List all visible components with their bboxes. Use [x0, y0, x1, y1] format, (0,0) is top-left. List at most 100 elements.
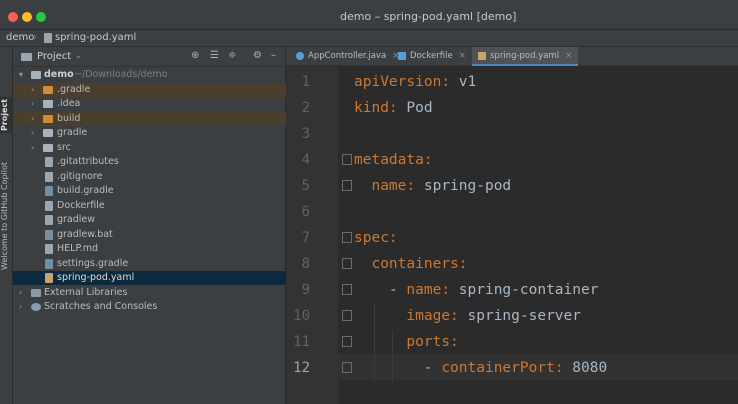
file-icon: [45, 172, 53, 182]
fold-marker-icon[interactable]: [342, 284, 352, 295]
code-line[interactable]: apiVersion: v1: [354, 69, 476, 95]
yaml-separator: :: [450, 334, 459, 350]
tab-dockerfile[interactable]: Dockerfile ×: [394, 47, 470, 66]
tree-item-label: .gitignore: [57, 171, 103, 182]
yaml-separator: :: [441, 74, 459, 90]
code-line[interactable]: spec:: [354, 225, 398, 251]
code-line[interactable]: ports:: [354, 329, 459, 355]
line-number: 1: [301, 74, 310, 90]
tree-item-label: Scratches and Consoles: [44, 301, 158, 312]
tree-item-build-gradle[interactable]: build.gradle: [13, 184, 286, 198]
gear-icon[interactable]: ⚙: [253, 50, 262, 61]
project-tool-tab[interactable]: Project: [0, 97, 13, 133]
tab-label: AppController.java: [308, 51, 387, 61]
tree-item-gradle[interactable]: › gradle: [13, 126, 286, 140]
collapse-all-icon[interactable]: ≑: [228, 50, 236, 61]
tree-item-label: .gitattributes: [57, 156, 119, 167]
breadcrumb-file[interactable]: spring-pod.yaml: [55, 32, 136, 43]
tree-item-external-libraries[interactable]: › External Libraries: [13, 286, 286, 300]
expand-all-icon[interactable]: ☰: [210, 50, 219, 61]
yaml-key: kind: [354, 100, 389, 116]
target-icon[interactable]: ⊕: [191, 50, 199, 61]
yaml-separator: :: [406, 178, 424, 194]
tree-item-scratches[interactable]: › Scratches and Consoles: [13, 300, 286, 314]
folder-icon: [43, 100, 53, 108]
close-icon[interactable]: ×: [459, 51, 466, 61]
tree-item-root[interactable]: ▾ demo ~/Downloads/demo: [13, 68, 286, 82]
tab-label: Dockerfile: [410, 51, 453, 61]
window-title: demo – spring-pod.yaml [demo]: [340, 10, 517, 23]
tree-item-settings-gradle[interactable]: settings.gradle: [13, 257, 286, 271]
line-number: 5: [301, 178, 310, 194]
fold-marker-icon[interactable]: [342, 154, 352, 165]
tree-item-label: External Libraries: [44, 287, 128, 298]
chevron-right-icon[interactable]: ›: [31, 126, 34, 140]
scratches-icon: [31, 303, 41, 311]
chevron-right-icon[interactable]: ›: [31, 141, 34, 155]
chevron-right-icon[interactable]: ›: [31, 97, 34, 111]
folder-icon: [43, 129, 53, 137]
code-line[interactable]: image: spring-server: [354, 303, 581, 329]
tree-item-gitignore[interactable]: .gitignore: [13, 170, 286, 184]
tree-item-gradlew-bat[interactable]: gradlew.bat: [13, 228, 286, 242]
code-line[interactable]: metadata:: [354, 147, 433, 173]
fold-marker-icon[interactable]: [342, 336, 352, 347]
yaml-separator: :: [388, 230, 398, 246]
code-line[interactable]: - containerPort: 8080: [354, 355, 607, 381]
chevron-right-icon[interactable]: ›: [19, 286, 22, 300]
library-icon: [31, 289, 41, 297]
chevron-down-icon[interactable]: ▾: [19, 68, 23, 82]
file-icon: [45, 215, 53, 225]
line-number: 12: [293, 360, 310, 376]
code-line[interactable]: kind: Pod: [354, 95, 433, 121]
tree-item-label: HELP.md: [57, 243, 98, 254]
tab-appcontroller-java[interactable]: AppController.java ×: [292, 47, 403, 66]
tree-item-label: gradlew.bat: [57, 229, 113, 240]
folder-icon: [43, 86, 53, 94]
project-view-selector[interactable]: Project: [37, 51, 71, 62]
chevron-right-icon[interactable]: ›: [31, 112, 34, 126]
tree-item-spring-pod-yaml[interactable]: spring-pod.yaml: [13, 271, 286, 285]
yaml-file-icon: [44, 33, 52, 43]
copilot-tool-tab[interactable]: Welcome to GitHub Copilot: [0, 157, 13, 275]
fold-marker-icon[interactable]: [342, 310, 352, 321]
yaml-value: spring-pod: [423, 178, 512, 194]
tree-item-label: Dockerfile: [57, 200, 105, 211]
tree-item-gitattributes[interactable]: .gitattributes: [13, 155, 286, 169]
gradle-icon: [45, 186, 53, 196]
tree-item-gradle-dir[interactable]: › .gradle: [13, 83, 286, 97]
line-number: 2: [301, 100, 310, 116]
yaml-separator: :: [388, 100, 407, 116]
folder-icon: [31, 71, 41, 79]
left-tool-strip: Project Welcome to GitHub Copilot: [0, 47, 13, 404]
tree-item-help-md[interactable]: HELP.md: [13, 242, 286, 256]
tree-item-build[interactable]: › build: [13, 112, 286, 126]
fold-marker-icon[interactable]: [342, 362, 352, 373]
chevron-right-icon[interactable]: ›: [31, 83, 34, 97]
fold-marker-icon[interactable]: [342, 232, 352, 243]
fold-marker-icon[interactable]: [342, 258, 352, 269]
tree-item-label: src: [57, 142, 71, 153]
chevron-right-icon[interactable]: ›: [19, 300, 22, 314]
fold-marker-icon[interactable]: [342, 180, 352, 191]
breadcrumb-project[interactable]: demo: [6, 32, 34, 43]
tree-item-idea[interactable]: › .idea: [13, 97, 286, 111]
yaml-key: containerPort: [441, 360, 555, 376]
tree-item-gradlew[interactable]: gradlew: [13, 213, 286, 227]
tree-item-src[interactable]: › src: [13, 141, 286, 155]
minimize-icon[interactable]: –: [271, 50, 276, 61]
tree-item-label: build.gradle: [57, 185, 114, 196]
yaml-separator: :: [554, 360, 573, 376]
code-line[interactable]: - name: spring-container: [354, 277, 599, 303]
line-number: 8: [301, 256, 310, 272]
folder-icon: [43, 144, 53, 152]
tree-item-dockerfile[interactable]: Dockerfile: [13, 199, 286, 213]
yaml-value: spring-container: [458, 282, 599, 298]
editor: AppController.java × Dockerfile × spring-p…: [286, 47, 738, 404]
tab-spring-pod-yaml[interactable]: spring-pod.yaml ×: [472, 47, 579, 66]
code-line[interactable]: name: spring-pod: [354, 173, 511, 199]
code-line[interactable]: containers:: [354, 251, 467, 277]
chevron-down-icon[interactable]: ⌄: [75, 51, 82, 60]
yaml-separator: :: [423, 152, 433, 168]
close-icon[interactable]: ×: [565, 51, 572, 61]
